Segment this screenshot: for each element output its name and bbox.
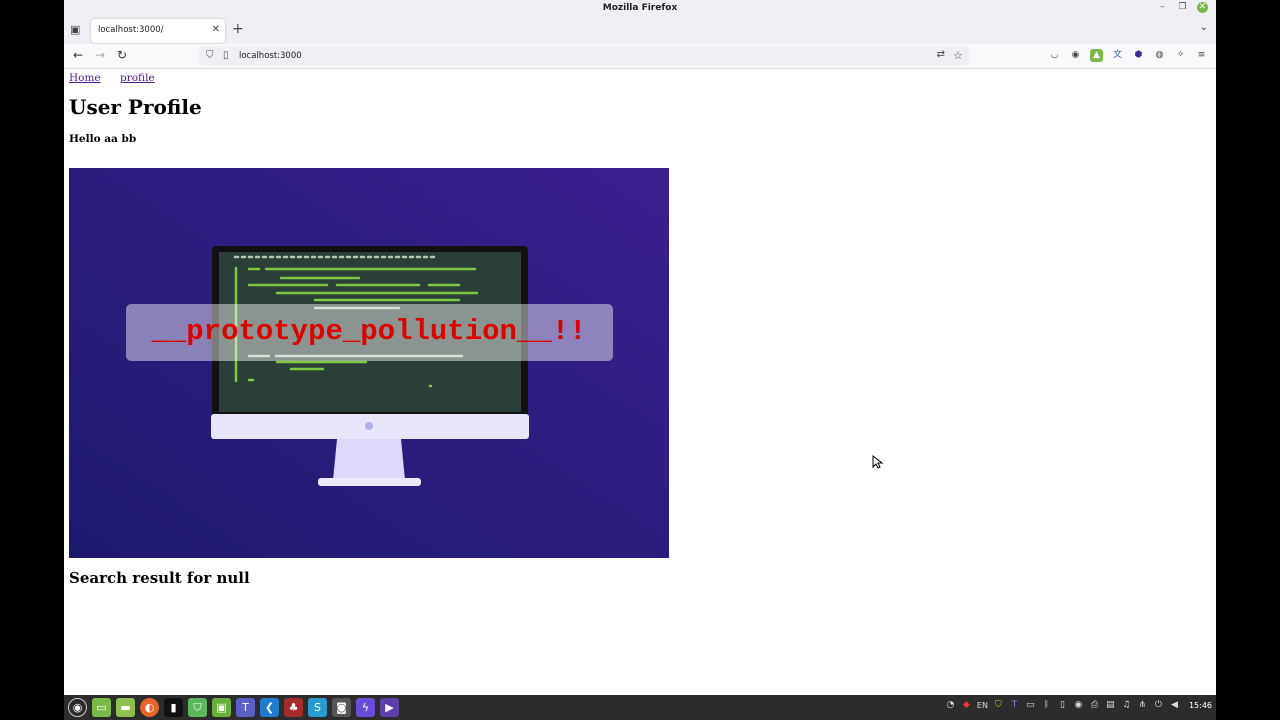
monitor-base xyxy=(318,478,421,486)
maximize-icon[interactable]: ❐ xyxy=(1177,2,1188,13)
app-s-icon[interactable]: S xyxy=(308,698,327,717)
pocket-icon[interactable]: ◡ xyxy=(1048,49,1061,62)
profile-link[interactable]: profile xyxy=(120,72,155,84)
files-icon[interactable]: ▬ xyxy=(116,698,135,717)
reload-icon[interactable]: ↻ xyxy=(114,48,130,62)
tray-screen-icon[interactable]: ▭ xyxy=(1025,700,1036,710)
chevron-down-icon[interactable]: ⌄ xyxy=(1200,22,1208,33)
monitor-stand xyxy=(333,439,405,480)
tray-app2-icon[interactable]: ◉ xyxy=(1073,700,1084,710)
translate-icon[interactable]: ⇄ xyxy=(937,49,945,60)
camera-icon[interactable]: ◙ xyxy=(332,698,351,717)
monitor-button xyxy=(365,422,373,430)
volume-icon[interactable]: ◀ xyxy=(1169,700,1180,710)
tab-localhost[interactable]: localhost:3000/ ✕ xyxy=(91,19,225,43)
translate-extension-icon[interactable]: 文 xyxy=(1111,49,1124,62)
nav-bar: ← → ↻ ⛉ ▯ localhost:3000 ⇄ ☆ ◡ ◉ ▲ 文 ⬢ ◍… xyxy=(64,44,1216,69)
home-link[interactable]: Home xyxy=(69,72,101,84)
url-text[interactable]: localhost:3000 xyxy=(239,51,302,61)
firefox-icon[interactable]: ◐ xyxy=(140,698,159,717)
url-bar[interactable]: ⛉ ▯ localhost:3000 ⇄ ☆ xyxy=(199,46,969,66)
extensions-puzzle-icon[interactable]: ✧ xyxy=(1174,49,1187,62)
mint-menu-icon[interactable]: ◉ xyxy=(68,698,87,717)
tray-app-icon[interactable]: ◔ xyxy=(945,700,956,710)
bluetooth-icon[interactable]: ᛒ xyxy=(1041,700,1052,710)
vscode-icon[interactable]: ❮ xyxy=(260,698,279,717)
tray-teams-icon[interactable]: T xyxy=(1009,700,1020,710)
title-bar: Mozilla Firefox – ❐ ✕ xyxy=(64,0,1216,16)
clipboard-icon[interactable]: ▯ xyxy=(1057,700,1068,710)
hero-text: __prototype_pollution__!! xyxy=(150,315,586,348)
greeting-text: Hello aa bb xyxy=(69,133,137,145)
tab-strip: ▣ localhost:3000/ ✕ + ⌄ xyxy=(64,16,1216,44)
search-result-heading: Search result for null xyxy=(69,569,250,587)
keyboard-layout[interactable]: EN xyxy=(977,701,988,710)
extension-hex-icon[interactable]: ⬢ xyxy=(1132,49,1145,62)
clock[interactable]: 15:46 xyxy=(1189,701,1212,710)
us-flag-icon[interactable]: ▤ xyxy=(1105,700,1116,710)
teams-icon[interactable]: T xyxy=(236,698,255,717)
tab-close-icon[interactable]: ✕ xyxy=(212,24,220,35)
network-icon[interactable]: ⋔ xyxy=(1137,700,1148,710)
tray-shield-icon[interactable]: ⛉ xyxy=(993,700,1004,710)
system-tray: ◔ ◆ EN ⛉ T ▭ ᛒ ▯ ◉ ⎙ ▤ ♫ ⋔ ⏻ ◀ 15:46 xyxy=(945,700,1212,710)
extension-green-icon[interactable]: ▲ xyxy=(1090,49,1103,62)
tab-title: localhost:3000/ xyxy=(98,25,164,35)
close-icon[interactable]: ✕ xyxy=(1197,2,1208,13)
shield-app-icon[interactable]: ⛉ xyxy=(188,698,207,717)
mouse-cursor-icon xyxy=(872,455,884,469)
extension-globe-icon[interactable]: ◍ xyxy=(1153,49,1166,62)
menu-icon[interactable]: ≡ xyxy=(1195,49,1208,62)
terminal-icon[interactable]: ▮ xyxy=(164,698,183,717)
page-content: Home profile User Profile Hello aa bb __… xyxy=(64,69,1216,695)
account-icon[interactable]: ◉ xyxy=(1069,49,1082,62)
page-icon[interactable]: ▯ xyxy=(223,50,229,61)
cherrytree-icon[interactable]: ♣ xyxy=(284,698,303,717)
taskbar-launchers: ◉ ▭ ▬ ◐ ▮ ⛉ ▣ T ❮ ♣ S ◙ ϟ ▶ xyxy=(68,698,399,717)
mint-app-icon[interactable]: ▣ xyxy=(212,698,231,717)
audio-icon[interactable]: ♫ xyxy=(1121,700,1132,710)
bolt-app-icon[interactable]: ϟ xyxy=(356,698,375,717)
browser-window: Mozilla Firefox – ❐ ✕ ▣ localhost:3000/ … xyxy=(64,0,1216,695)
extension-toolbar: ◡ ◉ ▲ 文 ⬢ ◍ ✧ ≡ xyxy=(1048,49,1208,62)
taskbar: ◉ ▭ ▬ ◐ ▮ ⛉ ▣ T ❮ ♣ S ◙ ϟ ▶ ◔ ◆ EN ⛉ T ▭… xyxy=(64,695,1216,720)
tray-red-icon[interactable]: ◆ xyxy=(961,700,972,710)
page-title: User Profile xyxy=(69,95,202,119)
printer-icon[interactable]: ⎙ xyxy=(1089,700,1100,710)
hero-image: __prototype_pollution__!! xyxy=(69,168,669,558)
minimize-icon[interactable]: – xyxy=(1157,2,1168,13)
shield-icon[interactable]: ⛉ xyxy=(206,50,214,61)
bookmark-star-icon[interactable]: ☆ xyxy=(953,49,963,62)
media-app-icon[interactable]: ▶ xyxy=(380,698,399,717)
nav-links: Home profile xyxy=(69,72,171,84)
new-tab-icon[interactable]: + xyxy=(232,21,244,37)
forward-icon[interactable]: → xyxy=(92,48,108,62)
desktop-icon[interactable]: ▭ xyxy=(92,698,111,717)
back-icon[interactable]: ← xyxy=(70,48,86,62)
power-icon[interactable]: ⏻ xyxy=(1153,700,1164,710)
window-title: Mozilla Firefox xyxy=(602,3,678,13)
tab-overview-icon[interactable]: ▣ xyxy=(70,24,81,35)
